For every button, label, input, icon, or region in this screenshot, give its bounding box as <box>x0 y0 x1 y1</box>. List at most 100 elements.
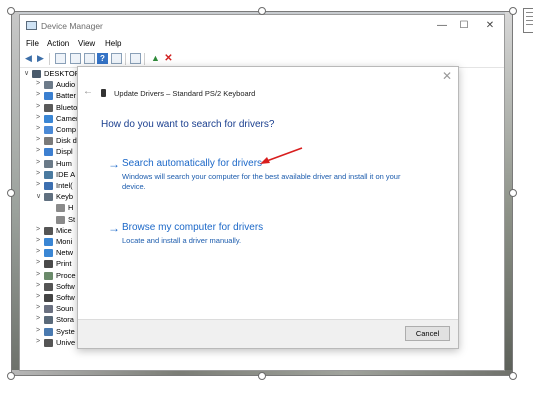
dialog-close-button[interactable]: ✕ <box>442 69 452 83</box>
window-title: Device Manager <box>41 21 103 31</box>
device-category-icon <box>44 226 53 235</box>
view-icon[interactable] <box>111 53 122 64</box>
tree-item-label: Syste <box>56 326 75 336</box>
tree-item-label: Camer <box>56 113 79 123</box>
resize-handle-top[interactable] <box>258 7 266 15</box>
device-category-icon <box>44 182 53 190</box>
tree-item-label: Intel( <box>56 181 73 190</box>
device-category-icon <box>44 271 53 280</box>
tree-item-label: Batter <box>56 91 77 101</box>
chevron-right-icon[interactable]: > <box>36 259 42 266</box>
device-category-icon <box>56 204 65 213</box>
tree-item-label: DESKTOP <box>44 69 80 78</box>
device-category-icon <box>44 92 53 101</box>
device-category-icon <box>44 81 53 90</box>
chevron-right-icon[interactable]: > <box>36 103 42 110</box>
resize-handle-bottom-left[interactable] <box>7 372 15 380</box>
device-category-icon <box>44 282 53 291</box>
back-icon[interactable]: ◀ <box>23 53 34 64</box>
chevron-right-icon[interactable]: > <box>36 304 42 311</box>
resize-handle-top-right[interactable] <box>509 7 517 15</box>
device-category-icon <box>44 159 53 168</box>
tree-item-label: Blueto <box>56 102 78 112</box>
arrow-right-icon: → <box>108 157 120 171</box>
tree-item-label: Keyb <box>56 192 74 202</box>
maximize-button[interactable]: ☐ <box>453 18 475 34</box>
device-category-icon <box>44 193 53 202</box>
device-category-icon <box>44 316 53 325</box>
chevron-right-icon[interactable]: > <box>36 91 42 98</box>
tree-item-label: Audio <box>56 80 76 90</box>
resize-handle-left[interactable] <box>7 189 15 197</box>
close-window-button[interactable]: ✕ <box>479 18 501 34</box>
tree-item-label: Unive <box>56 337 76 347</box>
chevron-right-icon[interactable]: > <box>36 125 42 132</box>
dialog-back-button[interactable]: ← <box>83 86 93 97</box>
menu-action[interactable]: Action <box>47 39 69 48</box>
tree-item-label: Comp <box>56 125 77 134</box>
menu-view[interactable]: View <box>78 39 95 48</box>
chevron-down-icon[interactable]: ∨ <box>36 192 42 200</box>
update-driver-icon[interactable]: ▲ <box>150 53 161 64</box>
browse-computer-option[interactable]: → Browse my computer for drivers Locate … <box>108 221 438 248</box>
arrow-right-icon: → <box>108 221 120 235</box>
device-category-icon <box>44 137 53 146</box>
tree-item-label: Hum <box>56 158 72 168</box>
device-category-icon <box>44 294 53 302</box>
chevron-right-icon[interactable]: > <box>36 327 42 334</box>
option-title: Browse my computer for drivers <box>122 222 264 233</box>
chevron-right-icon[interactable]: > <box>36 159 42 166</box>
device-category-icon <box>56 215 65 224</box>
tree-item-label: Displ <box>56 147 73 157</box>
device-manager-icon <box>26 21 37 30</box>
tree-item-label: Proce <box>56 270 76 280</box>
chevron-right-icon[interactable]: > <box>36 293 42 300</box>
tree-item-label: Disk d <box>56 136 77 146</box>
tree-item-label: Print <box>56 259 72 269</box>
device-category-icon <box>44 103 53 112</box>
forward-icon[interactable]: ▶ <box>35 53 46 64</box>
chevron-right-icon[interactable]: > <box>36 114 42 121</box>
chevron-right-icon[interactable]: > <box>36 170 42 177</box>
chevron-down-icon[interactable]: ∨ <box>24 69 30 77</box>
cancel-button[interactable]: Cancel <box>405 326 450 341</box>
chevron-right-icon[interactable]: > <box>36 248 42 255</box>
layout-options-icon[interactable] <box>523 8 533 33</box>
menu-help[interactable]: Help <box>105 39 121 48</box>
chevron-right-icon[interactable]: > <box>36 226 42 233</box>
chevron-right-icon[interactable]: > <box>36 181 42 188</box>
chevron-right-icon[interactable]: > <box>36 315 42 322</box>
properties-icon[interactable] <box>70 53 81 64</box>
keyboard-device-icon <box>101 89 106 97</box>
chevron-right-icon[interactable]: > <box>36 282 42 289</box>
option-title: Search automatically for drivers <box>122 158 263 169</box>
tree-item-label: Moni <box>56 237 73 246</box>
resize-handle-bottom[interactable] <box>258 372 266 380</box>
device-category-icon <box>44 114 53 123</box>
chevron-right-icon[interactable]: > <box>36 147 42 154</box>
chevron-right-icon[interactable]: > <box>36 237 42 244</box>
dialog-question: How do you want to search for drivers? <box>101 119 275 130</box>
chevron-right-icon[interactable]: > <box>36 271 42 278</box>
resize-handle-bottom-right[interactable] <box>509 372 517 380</box>
device-category-icon <box>44 327 53 336</box>
tree-item-label: St <box>68 214 76 224</box>
red-annotation-arrow-icon <box>260 147 303 164</box>
chevron-right-icon[interactable]: > <box>36 80 42 87</box>
chevron-right-icon[interactable]: > <box>36 338 42 345</box>
device-category-icon <box>44 238 53 246</box>
menu-file[interactable]: File <box>26 39 39 48</box>
resize-handle-top-left[interactable] <box>7 7 15 15</box>
device-category-icon <box>44 260 53 269</box>
show-hide-console-tree-icon[interactable] <box>55 53 66 64</box>
tree-item-label: Mice <box>56 225 72 235</box>
dialog-header: Update Drivers – Standard PS/2 Keyboard <box>114 89 256 98</box>
resize-handle-right[interactable] <box>509 189 517 197</box>
minimize-button[interactable]: — <box>431 18 453 34</box>
chevron-right-icon[interactable]: > <box>36 136 42 143</box>
toolbar-separator <box>49 53 50 65</box>
uninstall-device-icon[interactable]: ✕ <box>163 53 174 64</box>
help-icon[interactable]: ? <box>97 53 108 64</box>
console-icon[interactable] <box>84 53 95 64</box>
scan-hardware-monitor-icon[interactable] <box>130 53 141 64</box>
